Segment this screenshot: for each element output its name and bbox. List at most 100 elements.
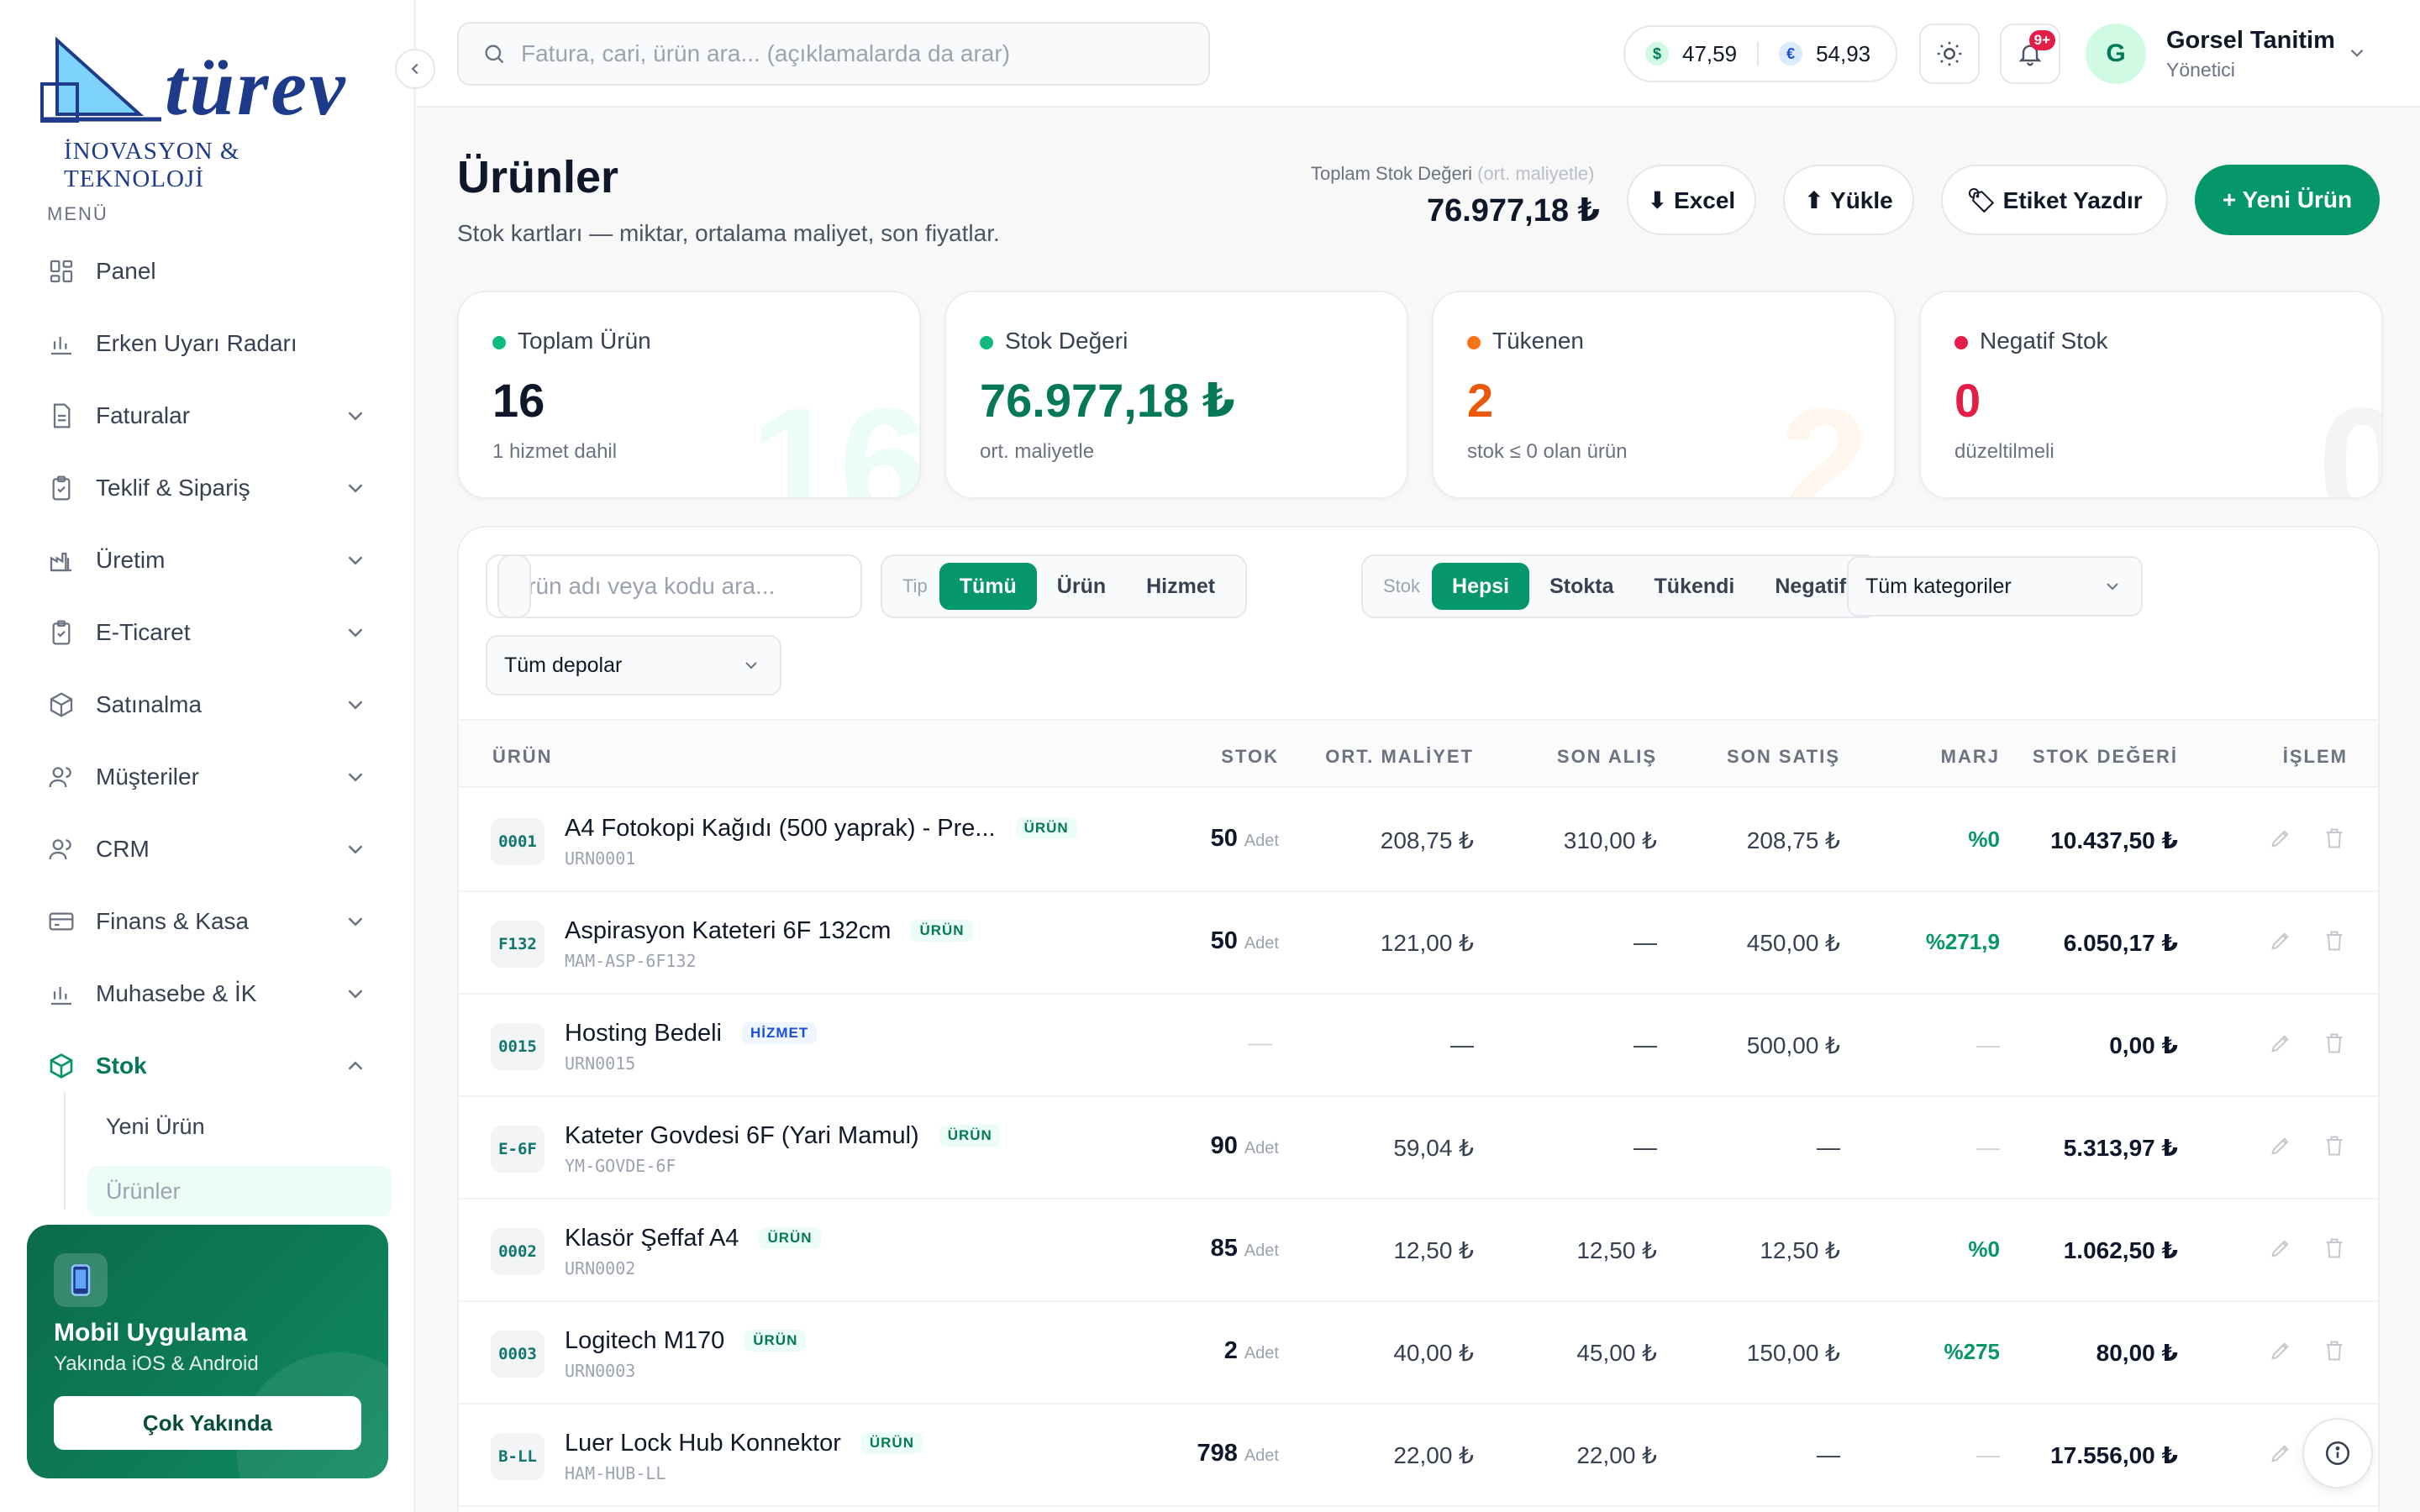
type-badge: ÜRÜN: [1015, 817, 1077, 839]
excel-export-button[interactable]: ⬇ Excel: [1627, 165, 1756, 235]
edit-icon[interactable]: [2269, 1032, 2294, 1057]
stock-unit: Adet: [1244, 1344, 1279, 1362]
page-subtitle: Stok kartları — miktar, ortalama maliyet…: [457, 220, 1000, 246]
type-option-product[interactable]: Ürün: [1037, 563, 1126, 610]
product-sku: URN0002: [565, 1258, 636, 1278]
sidebar-item-label: Teklif & Sipariş: [96, 475, 250, 501]
global-search-input[interactable]: [521, 40, 1176, 67]
column-header-last-sale[interactable]: SON SATIŞ: [1727, 746, 1840, 768]
trash-icon[interactable]: [2323, 827, 2348, 852]
sidebar-item-eticaret[interactable]: E-Ticaret: [34, 596, 387, 669]
warehouse-select[interactable]: Tüm depolar: [486, 635, 781, 696]
sidebar-item-radar[interactable]: Erken Uyarı Radarı: [34, 307, 387, 380]
sidebar-item-label: Faturalar: [96, 402, 191, 428]
edit-icon[interactable]: [2269, 1441, 2294, 1467]
stock-unit: Adet: [1244, 1139, 1279, 1158]
edit-icon[interactable]: [2269, 1134, 2294, 1159]
chevron-down-icon: [2107, 583, 2118, 591]
edit-icon[interactable]: [2269, 1236, 2294, 1262]
sidebar-item-finans[interactable]: Finans & Kasa: [34, 885, 387, 958]
trash-icon[interactable]: [2323, 1134, 2348, 1159]
upload-button[interactable]: ⬆ Yükle: [1783, 165, 1914, 235]
table-row[interactable]: 0002 Klasör Şeffaf A4 ÜRÜN URN0002 85 Adet 12,…: [459, 1200, 2378, 1302]
trash-icon[interactable]: [2323, 929, 2348, 954]
user-menu[interactable]: G Gorsel Tanitim Yönetici: [2086, 24, 2371, 84]
subnav-item-yeni-urun[interactable]: Yeni Ürün: [66, 1092, 392, 1161]
product-search[interactable]: [486, 554, 862, 618]
stat-label: Stok Değeri: [1005, 328, 1128, 354]
sidebar-item-teklif[interactable]: Teklif & Sipariş: [34, 452, 387, 524]
edit-icon[interactable]: [2269, 1339, 2294, 1364]
sidebar-item-panel[interactable]: Panel: [34, 235, 387, 307]
stat-value: 0: [1954, 374, 1981, 427]
stat-label: Toplam Ürün: [518, 328, 651, 354]
stock-option-in-stock[interactable]: Stokta: [1529, 563, 1634, 610]
sidebar-item-satinalma[interactable]: Satınalma: [34, 669, 387, 741]
trash-icon[interactable]: [2323, 1032, 2348, 1057]
sun-icon: [1937, 41, 1962, 66]
product-name-cell[interactable]: Logitech M170 ÜRÜN: [565, 1327, 807, 1355]
table-row[interactable]: E-6F Kateter Govdesi 6F (Yari Mamul) ÜRÜN Y…: [459, 1097, 2378, 1200]
table-row[interactable]: B-LL Luer Lock Hub Konnektor ÜRÜN HAM-HUB-L…: [459, 1404, 2378, 1507]
edit-icon[interactable]: [2269, 929, 2294, 954]
column-header-margin[interactable]: MARJ: [1941, 746, 2000, 768]
product-name-cell[interactable]: A4 Fotokopi Kağıdı (500 yaprak) - Pre...…: [565, 815, 1077, 843]
theme-toggle-button[interactable]: [1919, 24, 1980, 84]
product-name-cell[interactable]: Luer Lock Hub Konnektor ÜRÜN: [565, 1430, 923, 1457]
stat-card-negative-stock: 0 Negatif Stok 0 düzeltilmeli: [1919, 291, 2383, 499]
stock-quantity: 2: [1223, 1337, 1238, 1364]
table-row[interactable]: 0001 A4 Fotokopi Kağıdı (500 yaprak) - Pr…: [459, 790, 2378, 892]
promo-button[interactable]: Çok Yakında: [54, 1396, 361, 1450]
product-sku: YM-GOVDE-6F: [565, 1156, 676, 1176]
product-code: 0002: [491, 1228, 544, 1275]
warehouse-select-value: Tüm depolar: [504, 653, 623, 677]
stock-value: 10.437,50 ₺: [2050, 827, 2178, 853]
sidebar-item-muhasebe[interactable]: Muhasebe & İK: [34, 958, 387, 1030]
product-name: Hosting Bedeli: [565, 1020, 722, 1047]
chevron-down-icon: [745, 662, 757, 669]
product-name-cell[interactable]: Kateter Govdesi 6F (Yari Mamul) ÜRÜN: [565, 1122, 1001, 1150]
stock-value: 1.062,50 ₺: [2063, 1237, 2178, 1263]
product-search-input[interactable]: [511, 573, 839, 600]
sidebar-item-crm[interactable]: CRM: [34, 813, 387, 885]
column-header-product[interactable]: ÜRÜN: [492, 746, 553, 768]
print-label-button[interactable]: 🏷 Etiket Yazdır: [1941, 165, 2168, 235]
product-name: Klasör Şeffaf A4: [565, 1225, 739, 1252]
stock-option-out[interactable]: Tükendi: [1634, 563, 1755, 610]
product-name-cell[interactable]: Klasör Şeffaf A4 ÜRÜN: [565, 1225, 821, 1252]
column-header-stock[interactable]: STOK: [1221, 746, 1279, 768]
type-badge: ÜRÜN: [911, 920, 973, 942]
global-search[interactable]: [457, 22, 1210, 86]
new-product-button[interactable]: + Yeni Ürün: [2195, 165, 2380, 235]
notifications-button[interactable]: 9+: [2000, 24, 2060, 84]
sidebar-item-faturalar[interactable]: Faturalar: [34, 380, 387, 452]
trash-icon[interactable]: [2323, 1236, 2348, 1262]
brand-logo[interactable]: türev İNOVASYON & TEKNOLOJİ: [39, 34, 378, 192]
sidebar-item-label: Stok: [96, 1053, 147, 1079]
table-row[interactable]: F132 Aspirasyon Kateteri 6F 132cm ÜRÜN MAM-…: [459, 892, 2378, 995]
euro-icon: €: [1779, 42, 1803, 66]
topbar: $ 47,59 € 54,93 9+ G Gorsel Tanitim Yöne…: [417, 0, 2420, 108]
sidebar-collapse-button[interactable]: [395, 49, 435, 89]
stock-cell: 50 Adet: [1211, 927, 1279, 955]
column-header-stock-value[interactable]: STOK DEĞERİ: [2033, 746, 2178, 768]
column-header-last-buy[interactable]: SON ALIŞ: [1557, 746, 1657, 768]
category-select[interactable]: Tüm kategoriler: [1847, 556, 2143, 617]
column-header-avg-cost[interactable]: ORT. MALİYET: [1325, 746, 1474, 768]
edit-icon[interactable]: [2269, 827, 2294, 852]
user-role: Yönetici: [2166, 59, 2235, 81]
help-button[interactable]: [2302, 1418, 2373, 1488]
sidebar-item-uretim[interactable]: Üretim: [34, 524, 387, 596]
type-option-all[interactable]: Tümü: [939, 563, 1037, 610]
stock-option-all[interactable]: Hepsi: [1432, 563, 1530, 610]
trash-icon[interactable]: [2323, 1339, 2348, 1364]
table-row[interactable]: 0015 Hosting Bedeli HİZMET URN0015 — — — 500,00…: [459, 995, 2378, 1097]
sidebar-item-musteriler[interactable]: Müşteriler: [34, 741, 387, 813]
type-option-service[interactable]: Hizmet: [1126, 563, 1235, 610]
table-row[interactable]: 0003 Logitech M170 ÜRÜN URN0003 2 Adet 40,00 ₺…: [459, 1302, 2378, 1404]
margin: %275: [1944, 1339, 2001, 1364]
product-name-cell[interactable]: Hosting Bedeli HİZMET: [565, 1020, 818, 1047]
product-name-cell[interactable]: Aspirasyon Kateteri 6F 132cm ÜRÜN: [565, 917, 973, 945]
subnav-item-urunler[interactable]: Ürünler: [87, 1166, 392, 1216]
stock-quantity: 50: [1210, 927, 1238, 954]
